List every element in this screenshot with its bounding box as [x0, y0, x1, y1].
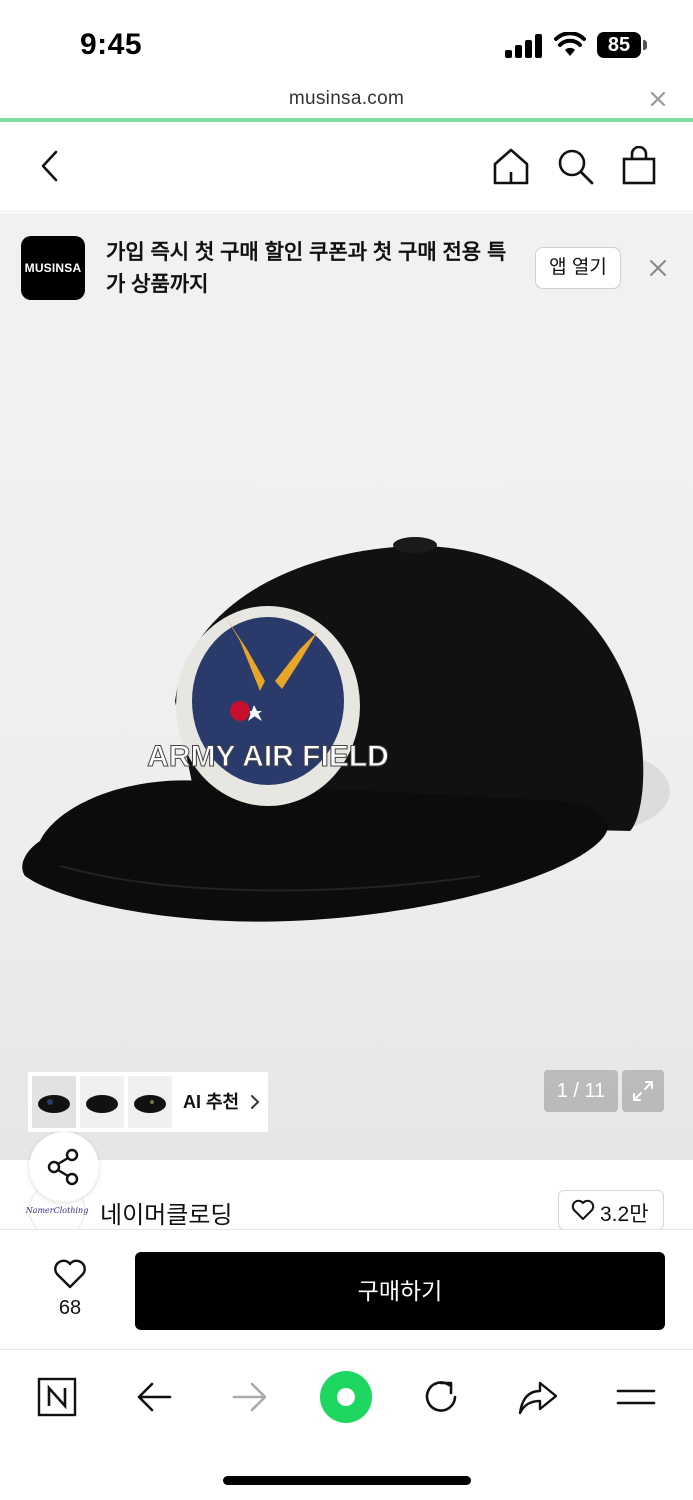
- site-header: [0, 122, 693, 212]
- musinsa-logo: MUSINSA: [21, 236, 85, 300]
- forward-arrow-icon[interactable]: [228, 1375, 272, 1419]
- cellular-signal-icon: [505, 34, 543, 58]
- product-image-gallery[interactable]: ARMY AIR FIELD AI 추천 1 / 11: [0, 321, 693, 1160]
- shopping-bag-icon[interactable]: [619, 146, 659, 186]
- wish-count: 68: [58, 1297, 82, 1319]
- refresh-icon[interactable]: [419, 1375, 463, 1419]
- back-arrow-icon[interactable]: [132, 1375, 176, 1419]
- brand-name[interactable]: 네이머클로딩: [100, 1195, 232, 1230]
- brand-like-button[interactable]: 3.2만: [558, 1190, 664, 1230]
- share-button[interactable]: [29, 1132, 99, 1202]
- battery-icon: 85: [597, 32, 647, 58]
- wifi-icon: [554, 32, 586, 56]
- thumbnail[interactable]: [80, 1076, 124, 1128]
- open-app-button[interactable]: 앱 열기: [535, 247, 621, 289]
- battery-level: 85: [597, 32, 641, 58]
- ai-recommend-label[interactable]: AI 추천: [183, 1072, 239, 1132]
- image-page-counter: 1 / 11: [544, 1070, 618, 1112]
- thumbnail[interactable]: [32, 1076, 76, 1128]
- status-time: 9:45: [80, 28, 143, 61]
- share-forward-icon[interactable]: [516, 1375, 560, 1419]
- url-text[interactable]: musinsa.com: [0, 88, 693, 110]
- thumbnail[interactable]: [128, 1076, 172, 1128]
- home-indicator: [223, 1476, 471, 1485]
- menu-icon[interactable]: [614, 1375, 658, 1419]
- brand-like-count: 3.2만: [600, 1203, 649, 1226]
- browser-url-bar[interactable]: musinsa.com: [0, 84, 693, 122]
- expand-icon[interactable]: [622, 1070, 664, 1112]
- cap-patch-text: ARMY AIR FIELD: [147, 740, 389, 773]
- browser-toolbar: [0, 1351, 693, 1500]
- promo-text: 가입 즉시 첫 구매 할인 쿠폰과 첫 구매 전용 특가 상품까지: [106, 241, 507, 296]
- back-icon[interactable]: [30, 146, 70, 186]
- ai-recommend-strip[interactable]: AI 추천: [28, 1072, 268, 1132]
- purchase-bar: 68 구매하기: [0, 1229, 693, 1350]
- home-icon[interactable]: [491, 146, 531, 186]
- share-icon: [47, 1148, 79, 1186]
- buy-button[interactable]: 구매하기: [135, 1252, 665, 1330]
- close-icon[interactable]: [646, 256, 670, 280]
- close-icon[interactable]: [647, 88, 669, 110]
- status-bar: 9:45 85: [0, 0, 693, 84]
- green-dot-icon[interactable]: [318, 1369, 374, 1425]
- app-promo-banner: MUSINSA 가입 즉시 첫 구매 할인 쿠폰과 첫 구매 전용 특가 상품까…: [0, 213, 693, 321]
- product-photo-cap: ARMY AIR FIELD: [22, 537, 670, 922]
- chevron-right-icon[interactable]: [248, 1093, 262, 1111]
- search-icon[interactable]: [555, 146, 595, 186]
- naver-icon[interactable]: [35, 1375, 79, 1419]
- heart-icon[interactable]: [52, 1258, 88, 1290]
- heart-icon: [571, 1199, 595, 1220]
